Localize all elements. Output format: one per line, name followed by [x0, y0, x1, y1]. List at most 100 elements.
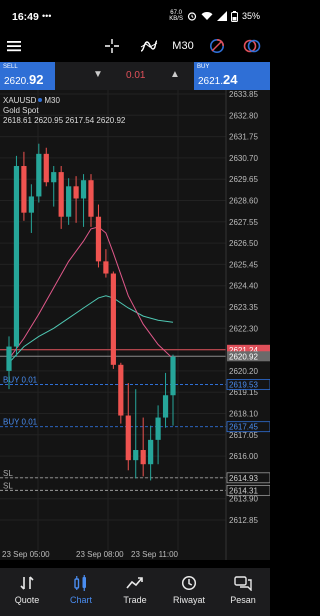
- notification-dots-icon: •••: [42, 11, 52, 21]
- trade-icon: [126, 574, 144, 592]
- price-tick-label: 2622.30: [229, 324, 258, 333]
- price-chart[interactable]: XAUUSD M30 Gold Spot 2618.61 2620.95 2617…: [0, 90, 270, 560]
- history-icon: [181, 574, 197, 592]
- price-tick-label: 2625.45: [229, 260, 258, 269]
- price-tick-label: 2630.70: [229, 154, 258, 163]
- price-tick-label: 2623.35: [229, 303, 258, 312]
- nav-label: Chart: [69, 595, 92, 605]
- nav-label: Quote: [14, 595, 40, 605]
- price-tick-label: 2612.85: [229, 516, 258, 525]
- time-tick-label: 23 Sep 08:00: [76, 550, 124, 559]
- candle-body: [140, 450, 146, 465]
- signal-icon: [216, 11, 227, 21]
- objects-icon[interactable]: [208, 36, 226, 56]
- level-label: SL: [3, 469, 13, 478]
- chart-timeframe: M30: [44, 96, 60, 105]
- nav-label: Riwayat: [172, 595, 205, 605]
- wifi-icon: [201, 12, 213, 20]
- level-label: BUY 0.01: [3, 418, 38, 427]
- candle-body: [148, 439, 154, 465]
- bottom-nav: Quote Chart Trade Riwayat Pesan: [0, 568, 270, 616]
- sell-price-main: 2620.: [4, 76, 30, 87]
- ma-slow-line: [8, 295, 174, 364]
- sell-label: SELL: [3, 64, 18, 70]
- candle-body: [95, 216, 102, 262]
- price-tag-label: 2619.53: [229, 380, 258, 389]
- network-speed: 67.0 KB/S: [169, 10, 183, 22]
- chart-header: XAUUSD M30 Gold Spot 2618.61 2620.95 2617…: [3, 96, 125, 126]
- price-tick-label: 2617.05: [229, 431, 258, 440]
- price-tick-label: 2616.00: [229, 452, 258, 461]
- candle-body: [6, 346, 12, 371]
- status-bar: 16:49 ••• 67.0 KB/S 35%: [0, 0, 270, 32]
- price-tick-label: 2632.80: [229, 111, 258, 120]
- quote-bar: SELL 2620.92 ▼ 0.01 ▲ BUY 2621.24: [0, 62, 270, 90]
- trade-icon[interactable]: [242, 36, 262, 56]
- level-label: SL: [3, 481, 13, 490]
- candle-body: [88, 180, 94, 217]
- price-tick-label: 2626.50: [229, 239, 258, 248]
- price-tick-label: 2627.55: [229, 218, 258, 227]
- alarm-icon: [187, 12, 197, 21]
- sell-button[interactable]: SELL 2620.92: [0, 62, 55, 90]
- candle-body: [28, 196, 34, 213]
- status-right: 67.0 KB/S 35%: [169, 10, 260, 22]
- hamburger-icon[interactable]: [6, 36, 22, 56]
- indicator-icon[interactable]: [139, 36, 159, 56]
- candle-body: [43, 153, 49, 183]
- battery-icon: [230, 10, 238, 22]
- price-tick-label: 2613.90: [229, 495, 258, 504]
- buy-price: 2621.24: [198, 72, 238, 87]
- status-time: 16:49: [12, 11, 39, 23]
- sell-price-big: 92: [29, 72, 44, 87]
- price-tick-label: 2624.40: [229, 282, 258, 291]
- price-tick-label: 2628.60: [229, 197, 258, 206]
- price-tag-label: 2620.92: [229, 352, 258, 361]
- price-tag-label: 2617.45: [229, 423, 258, 432]
- candle-body: [66, 186, 72, 217]
- price-tag-label: 2614.31: [229, 486, 258, 495]
- time-tick-label: 23 Sep 11:00: [131, 550, 179, 559]
- buy-price-main: 2621.: [198, 76, 224, 87]
- market-open-dot: [38, 98, 43, 102]
- candle-body: [133, 450, 139, 461]
- candle-body: [36, 153, 42, 197]
- price-tick-label: 2631.75: [229, 133, 258, 142]
- chart-canvas[interactable]: BUY 0.01 BUY 0.01 SL SL 2633.85 2632.80 2631.7…: [0, 90, 270, 560]
- quote-icon: [19, 574, 35, 592]
- battery-level: 35%: [241, 11, 260, 21]
- candle-body: [155, 417, 161, 440]
- lot-increase-icon[interactable]: ▲: [170, 69, 180, 80]
- messages-icon: [234, 574, 252, 592]
- price-tag-label: 2614.93: [229, 474, 258, 483]
- lot-decrease-icon[interactable]: ▼: [93, 69, 103, 80]
- network-speed-unit: KB/S: [169, 16, 183, 22]
- nav-label: Pesan: [230, 595, 256, 605]
- chart-symbol-line: XAUUSD M30: [3, 96, 125, 106]
- ma-fast-line: [8, 226, 174, 360]
- buy-button[interactable]: BUY 2621.24: [194, 62, 270, 90]
- chart-description: Gold Spot: [3, 106, 39, 115]
- time-tick-label: 23 Sep 05:00: [2, 550, 50, 559]
- nav-history[interactable]: Riwayat: [162, 568, 216, 616]
- candle-body: [170, 356, 176, 396]
- candle-body: [51, 172, 57, 183]
- chart-symbol: XAUUSD: [3, 96, 37, 105]
- candle-body: [21, 166, 27, 213]
- level-label: BUY 0.01: [3, 375, 38, 384]
- candle-body: [110, 273, 116, 365]
- timeframe-button[interactable]: M30: [172, 36, 194, 56]
- nav-messages[interactable]: Pesan: [216, 568, 270, 616]
- candle-body: [73, 186, 79, 199]
- chart-ohlc: 2618.61 2620.95 2617.54 2620.92: [3, 116, 126, 125]
- nav-chart[interactable]: Chart: [54, 568, 108, 616]
- lot-size[interactable]: 0.01: [126, 70, 145, 81]
- nav-quote[interactable]: Quote: [0, 568, 54, 616]
- nav-trade[interactable]: Trade: [108, 568, 162, 616]
- crosshair-icon[interactable]: [103, 36, 121, 56]
- candle-body: [80, 180, 87, 199]
- candle-body: [13, 166, 20, 347]
- price-tick-label: 2618.10: [229, 410, 258, 419]
- candle-body: [118, 364, 124, 416]
- nav-label: Trade: [123, 595, 147, 605]
